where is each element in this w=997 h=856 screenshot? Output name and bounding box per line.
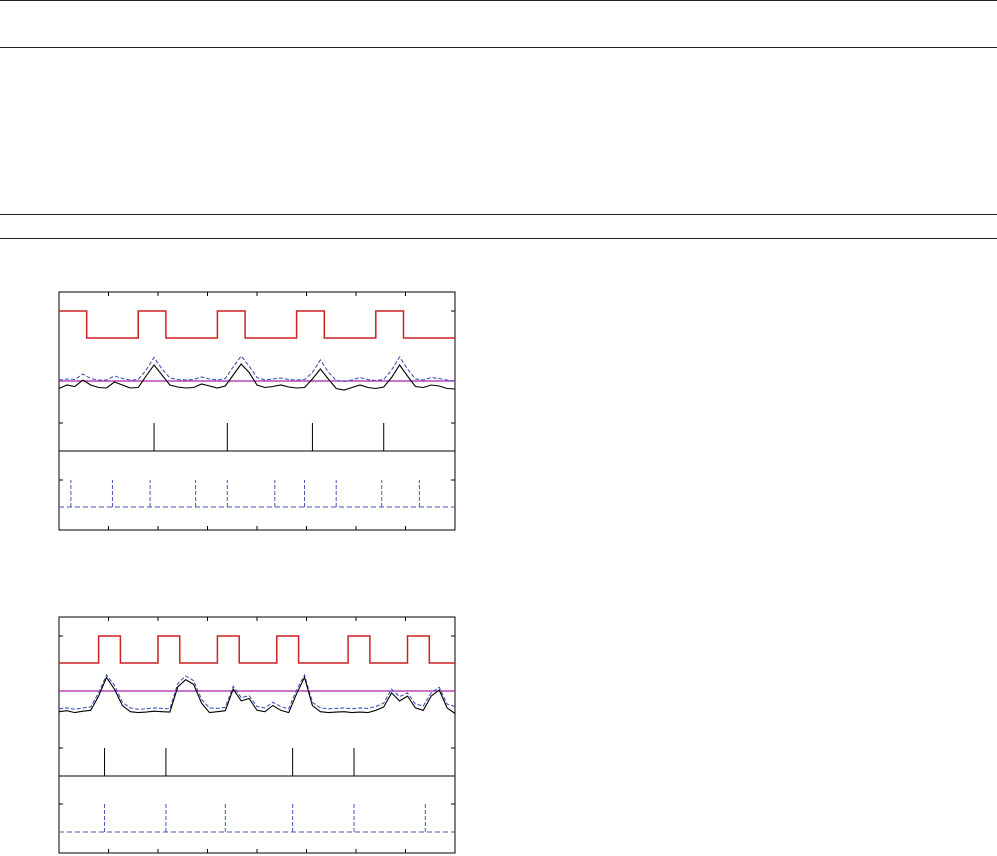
- signal-b-line: [58, 673, 456, 710]
- stimulus-line: [59, 635, 455, 664]
- plot-frame: [58, 616, 456, 854]
- signal-a-line: [58, 675, 456, 714]
- chart-panel-bottom: [58, 616, 456, 854]
